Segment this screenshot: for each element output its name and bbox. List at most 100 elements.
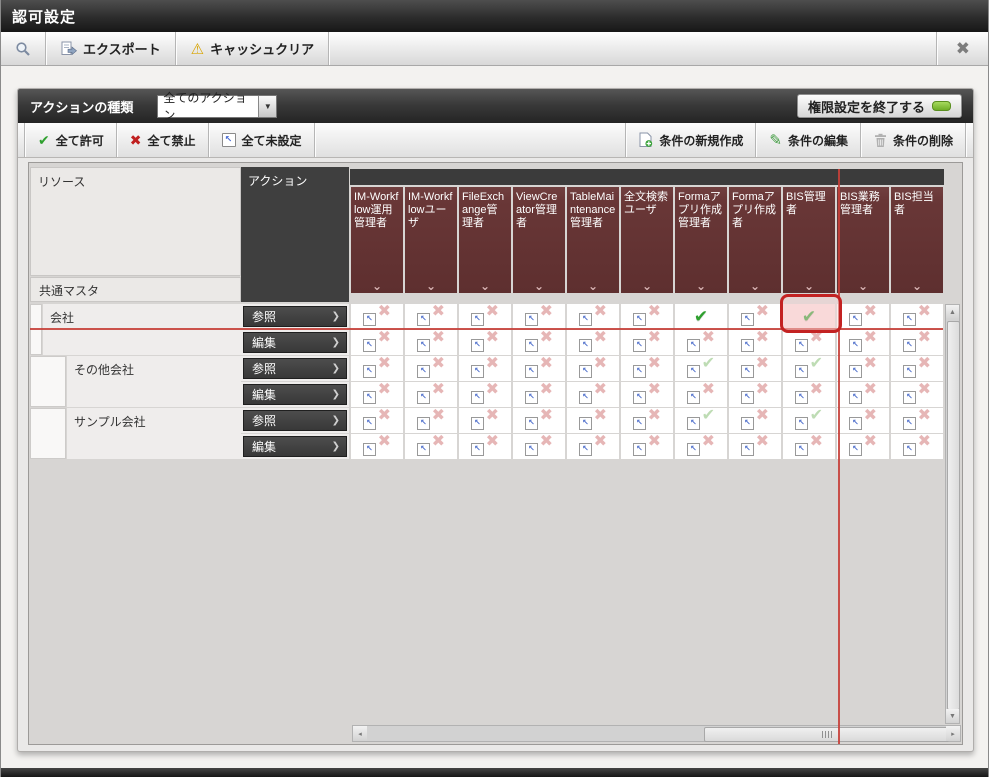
permission-cell[interactable]: ✖↖: [405, 434, 457, 459]
permission-cell[interactable]: ✖↖: [837, 408, 889, 433]
role-column-header[interactable]: IM-Workflow運用管理者⌄: [351, 187, 403, 293]
deny-all-button[interactable]: ✖ 全て禁止: [118, 123, 208, 157]
permission-cell[interactable]: ✔↖: [783, 356, 835, 381]
horizontal-scrollbar[interactable]: ◂ ▸: [352, 725, 961, 742]
permission-cell[interactable]: ✔↖: [783, 408, 835, 433]
permission-cell[interactable]: ✖↖: [351, 330, 403, 355]
role-column-header[interactable]: BIS担当者⌄: [891, 187, 943, 293]
scroll-left-button[interactable]: ◂: [353, 726, 367, 741]
resource-group-row[interactable]: 共通マスタ: [30, 277, 241, 302]
permission-cell[interactable]: ✖↖: [351, 434, 403, 459]
permission-cell[interactable]: ✖↖: [459, 382, 511, 407]
role-column-header[interactable]: Formaアプリ作成管理者⌄: [675, 187, 727, 293]
permission-cell[interactable]: ✖↖: [567, 434, 619, 459]
chevron-down-icon[interactable]: ⌄: [513, 280, 565, 292]
chevron-down-icon[interactable]: ⌄: [891, 280, 943, 292]
vertical-scrollbar-thumb[interactable]: [947, 321, 960, 710]
permission-cell[interactable]: ✖↖: [351, 382, 403, 407]
permission-cell[interactable]: ✖↖: [459, 434, 511, 459]
chevron-down-icon[interactable]: ⌄: [459, 280, 511, 292]
resource-row-label[interactable]: その他会社: [67, 356, 241, 407]
role-column-header[interactable]: BIS管理者⌄: [783, 187, 835, 293]
scroll-down-button[interactable]: ▼: [946, 709, 959, 723]
permission-cell[interactable]: ✖↖: [891, 434, 943, 459]
permission-cell[interactable]: ✖↖: [567, 382, 619, 407]
permission-cell[interactable]: ✖↖: [459, 304, 511, 329]
permission-cell[interactable]: ✖↖: [675, 434, 727, 459]
permission-cell[interactable]: ✖↖: [459, 356, 511, 381]
chevron-down-icon[interactable]: ⌄: [675, 280, 727, 292]
permission-cell[interactable]: ✖↖: [513, 330, 565, 355]
permission-cell[interactable]: ✖↖: [567, 356, 619, 381]
permission-cell[interactable]: ✖↖: [567, 408, 619, 433]
chevron-down-icon[interactable]: ⌄: [783, 280, 835, 292]
permission-cell[interactable]: ✖↖: [405, 382, 457, 407]
permission-cell[interactable]: ✖↖: [675, 382, 727, 407]
permission-cell[interactable]: ✖↖: [567, 330, 619, 355]
export-button[interactable]: エクスポート: [47, 32, 175, 65]
condition-edit-button[interactable]: ✎ 条件の編集: [757, 123, 860, 157]
permission-cell[interactable]: ✔↖: [675, 356, 727, 381]
permission-cell[interactable]: ✖↖: [621, 304, 673, 329]
permission-cell[interactable]: ✖↖: [783, 330, 835, 355]
permission-cell[interactable]: ✖↖: [621, 356, 673, 381]
permission-cell[interactable]: ✖↖: [459, 408, 511, 433]
permission-cell[interactable]: ✖↖: [729, 330, 781, 355]
permission-cell[interactable]: ✖↖: [891, 356, 943, 381]
allow-all-button[interactable]: ✔ 全て許可: [26, 123, 116, 157]
permission-cell[interactable]: ✖↖: [351, 356, 403, 381]
permission-cell[interactable]: ✖↖: [837, 304, 889, 329]
permission-cell[interactable]: ✖↖: [675, 330, 727, 355]
permission-cell[interactable]: ✖↖: [729, 434, 781, 459]
permission-cell[interactable]: ✖↖: [513, 304, 565, 329]
chevron-down-icon[interactable]: ⌄: [351, 280, 403, 292]
permission-cell[interactable]: ✖↖: [729, 356, 781, 381]
chevron-down-icon[interactable]: ⌄: [729, 280, 781, 292]
permission-cell[interactable]: ✖↖: [837, 330, 889, 355]
chevron-down-icon[interactable]: ⌄: [405, 280, 457, 292]
finish-permission-settings-button[interactable]: 権限設定を終了する: [797, 94, 962, 118]
role-column-header[interactable]: ViewCreator管理者⌄: [513, 187, 565, 293]
permission-cell[interactable]: ✖↖: [621, 434, 673, 459]
permission-cell[interactable]: ✖↖: [891, 330, 943, 355]
permission-cell[interactable]: ✖↖: [891, 382, 943, 407]
permission-cell[interactable]: ✖↖: [513, 356, 565, 381]
vertical-scrollbar[interactable]: ▲ ▼: [945, 304, 960, 724]
permission-cell[interactable]: ✖↖: [729, 304, 781, 329]
permission-cell[interactable]: ✖↖: [837, 356, 889, 381]
permission-cell[interactable]: ✖↖: [621, 382, 673, 407]
resource-row-label[interactable]: サンプル会社: [67, 408, 241, 459]
permission-cell[interactable]: ✖↖: [405, 408, 457, 433]
role-column-header[interactable]: Formaアプリ作成者⌄: [729, 187, 781, 293]
action-type-select[interactable]: 全てのアクション ▼: [157, 95, 277, 118]
chevron-down-icon[interactable]: ⌄: [567, 280, 619, 292]
permission-cell[interactable]: ✖↖: [567, 304, 619, 329]
permission-cell[interactable]: ✔↖: [675, 408, 727, 433]
close-button[interactable]: ✖: [938, 32, 988, 65]
scroll-right-button[interactable]: ▸: [946, 726, 960, 741]
permission-cell[interactable]: ✔: [783, 304, 835, 329]
role-column-header[interactable]: TableMaintenance管理者⌄: [567, 187, 619, 293]
permission-cell[interactable]: ✖↖: [459, 330, 511, 355]
permission-cell[interactable]: ✖↖: [891, 304, 943, 329]
horizontal-scrollbar-thumb[interactable]: [704, 727, 949, 742]
action-row-button[interactable]: 参照❯: [243, 306, 347, 327]
unset-all-button[interactable]: ↖ 全て未設定: [210, 123, 314, 157]
permission-cell[interactable]: ✖↖: [351, 408, 403, 433]
permission-cell[interactable]: ✖↖: [513, 408, 565, 433]
action-row-button[interactable]: 参照❯: [243, 358, 347, 379]
permission-cell[interactable]: ✖↖: [351, 304, 403, 329]
action-row-button[interactable]: 編集❯: [243, 332, 347, 353]
chevron-down-icon[interactable]: ⌄: [621, 280, 673, 292]
search-button[interactable]: [1, 32, 45, 65]
permission-cell[interactable]: ✖↖: [621, 330, 673, 355]
action-row-button[interactable]: 編集❯: [243, 436, 347, 457]
dropdown-arrow-icon[interactable]: ▼: [258, 96, 276, 117]
role-column-header[interactable]: BIS業務管理者⌄: [837, 187, 889, 293]
action-row-button[interactable]: 編集❯: [243, 384, 347, 405]
condition-delete-button[interactable]: 条件の削除: [862, 123, 965, 157]
permission-cell[interactable]: ✖↖: [891, 408, 943, 433]
permission-cell[interactable]: ✖↖: [405, 330, 457, 355]
action-row-button[interactable]: 参照❯: [243, 410, 347, 431]
permission-cell[interactable]: ✖↖: [783, 382, 835, 407]
